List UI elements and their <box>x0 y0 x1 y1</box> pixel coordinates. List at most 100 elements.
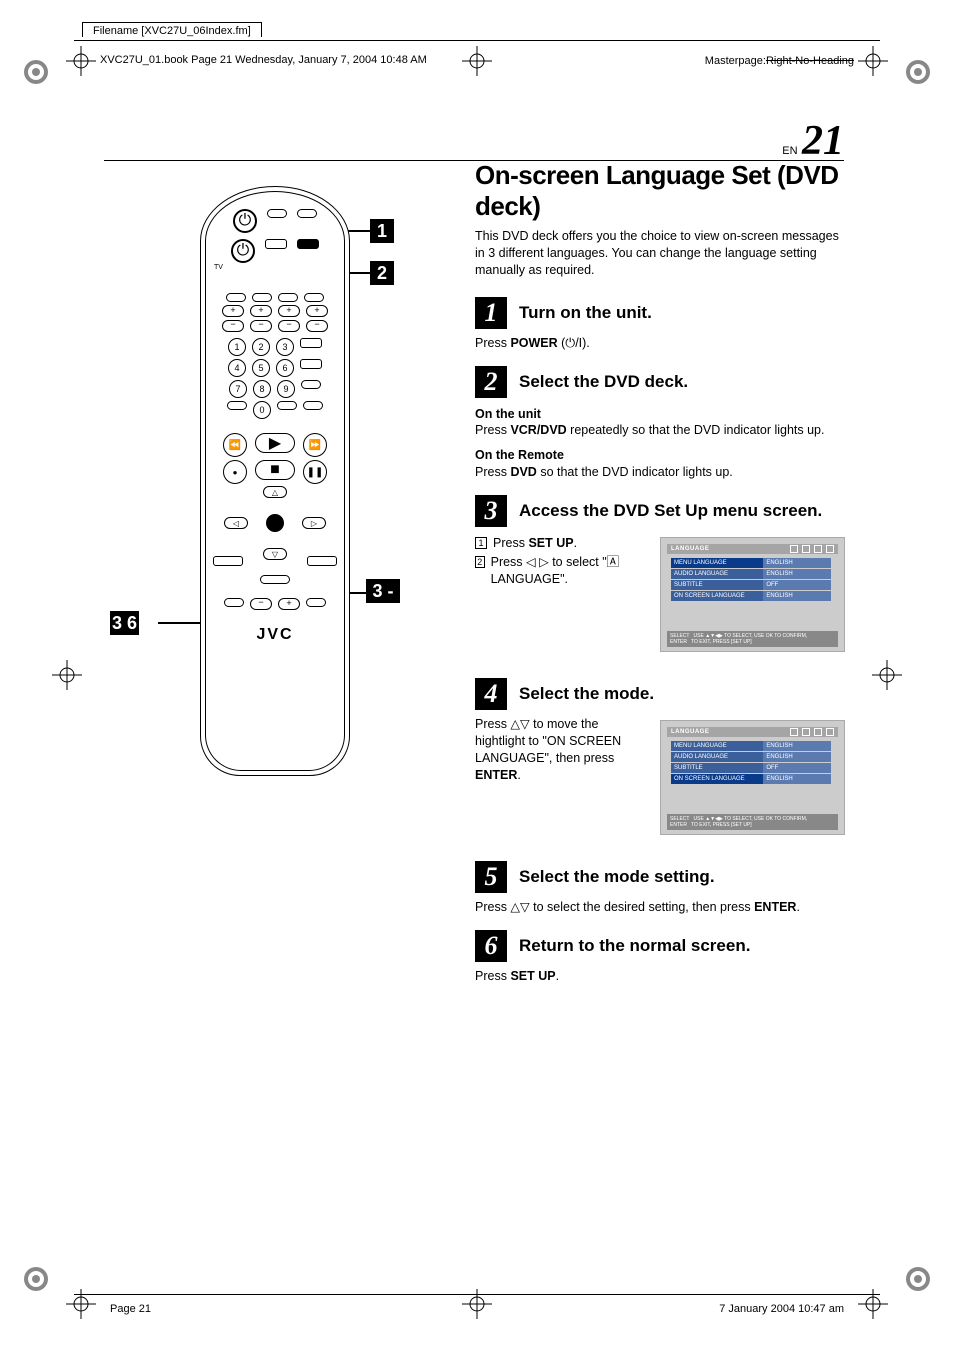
osd-cell: ENGLISH <box>763 774 831 784</box>
step-1-header: 1 Turn on the unit. <box>475 297 845 329</box>
crop-cross <box>52 660 82 690</box>
osd-icon <box>790 728 798 736</box>
step-number: 2 <box>475 366 507 398</box>
digit-4: 4 <box>228 359 246 377</box>
button <box>304 293 324 302</box>
up-arrow-icon: △ <box>263 486 287 498</box>
tv-label: TV <box>214 264 223 271</box>
text: Press <box>475 465 510 479</box>
jvc-logo: JVC <box>206 626 344 644</box>
footer-timestamp: 7 January 2004 10:47 am <box>719 1303 844 1315</box>
button <box>227 401 247 410</box>
osd-cell: ENGLISH <box>763 569 831 579</box>
text: (⏻/I). <box>558 336 590 350</box>
pause-icon: ❚❚ <box>303 460 327 484</box>
registration-mark <box>22 1265 50 1293</box>
digit-3: 3 <box>276 338 294 356</box>
prev-track-icon <box>213 556 243 566</box>
rewind-icon: ⏪ <box>223 433 247 457</box>
step-4-body: Press △▽ to move the hightlight to "ON S… <box>475 716 845 847</box>
button <box>265 239 287 249</box>
osd-cell: AUDIO LANGUAGE <box>671 569 763 579</box>
button <box>306 598 326 607</box>
vcrdvd-label: VCR/DVD <box>510 423 566 437</box>
step-4-header: 4 Select the mode. <box>475 678 845 710</box>
text: ". <box>560 572 568 586</box>
digit-7: 7 <box>229 380 247 398</box>
osd-footer: TO EXIT, PRESS [SET UP] <box>691 639 752 645</box>
page-number-block: EN 21 <box>782 120 844 162</box>
step-number: 5 <box>475 861 507 893</box>
language-icon: 🄰 <box>607 555 620 569</box>
text: Press △▽ to select the desired setting, … <box>475 900 754 914</box>
osd-tab: LANGUAGE <box>671 728 709 736</box>
step-3-header: 3 Access the DVD Set Up menu screen. <box>475 495 845 527</box>
callout-6: 6 <box>127 613 137 633</box>
step-number: 4 <box>475 678 507 710</box>
step-heading: Select the mode. <box>519 684 654 704</box>
minus-button <box>250 320 272 332</box>
registration-mark <box>22 58 50 86</box>
intro-paragraph: This DVD deck offers you the choice to v… <box>475 228 845 279</box>
masterpage-prefix: Masterpage: <box>705 55 766 67</box>
osd-cell: ON SCREEN LANGUAGE <box>671 591 763 601</box>
record-icon: ● <box>223 460 247 484</box>
substep-1: 1 <box>475 537 487 549</box>
setup-label: SET UP <box>510 969 555 983</box>
footer-page-number: Page 21 <box>110 1303 151 1315</box>
crop-cross <box>872 660 902 690</box>
text: . <box>517 768 520 782</box>
on-unit-label: On the unit <box>475 406 845 423</box>
crop-cross <box>66 46 96 76</box>
osd-cell: SUBTITLE <box>671 763 763 773</box>
page-title: On-screen Language Set (DVD deck) <box>475 160 845 222</box>
step-5-header: 5 Select the mode setting. <box>475 861 845 893</box>
digit-0: 0 <box>253 401 271 419</box>
text: Press ◁ ▷ to select " <box>491 555 607 569</box>
tv-power-icon: ⏻ <box>231 239 255 263</box>
ff-icon: ⏩ <box>303 433 327 457</box>
button <box>226 293 246 302</box>
button <box>224 598 244 607</box>
step-heading: Return to the normal screen. <box>519 936 750 956</box>
digit-8: 8 <box>253 380 271 398</box>
button <box>278 293 298 302</box>
lang-en-label: EN <box>782 145 797 157</box>
button <box>297 209 317 218</box>
osd-screenshot-1: LANGUAGE MENU LANGUAGEENGLISH AUDIO LANG… <box>660 537 845 652</box>
registration-mark <box>904 58 932 86</box>
osd-icon <box>826 545 834 553</box>
digit-2: 2 <box>252 338 270 356</box>
page-number: 21 <box>802 118 844 164</box>
minus-button <box>278 320 300 332</box>
direction-pad: △ ▽ ◁ ▷ <box>230 488 320 558</box>
text: . <box>796 900 799 914</box>
setup-button <box>260 575 290 584</box>
minus-button <box>222 320 244 332</box>
setup-label: SET UP <box>528 536 573 550</box>
osd-cell: MENU LANGUAGE <box>671 741 763 751</box>
step-heading: Access the DVD Set Up menu screen. <box>519 501 822 521</box>
text: Press <box>475 423 510 437</box>
digit-6: 6 <box>276 359 294 377</box>
osd-icon <box>790 545 798 553</box>
osd-cell: OFF <box>763 580 831 590</box>
step-number: 1 <box>475 297 507 329</box>
step-2-header: 2 Select the DVD deck. <box>475 366 845 398</box>
footer-divider <box>74 1294 880 1295</box>
header-book-info: XVC27U_01.book Page 21 Wednesday, Januar… <box>100 54 427 66</box>
next-track-icon <box>307 556 337 566</box>
osd-footer: TO EXIT, PRESS [SET UP] <box>691 822 752 828</box>
step-5-body: Press △▽ to select the desired setting, … <box>475 899 845 916</box>
enter-label: ENTER <box>754 900 796 914</box>
dvd-button <box>297 239 319 249</box>
plus-button <box>306 305 328 317</box>
callout-3-6: 3 6 <box>110 611 139 635</box>
language-label: LANGUAGE <box>491 572 560 586</box>
step-3-body: 1Press SET UP. 2Press ◁ ▷ to select "🄰 L… <box>475 533 845 664</box>
osd-footer: ENTER <box>670 639 687 645</box>
step-number: 3 <box>475 495 507 527</box>
osd-tab: LANGUAGE <box>671 545 709 553</box>
masterpage-value: Right-No-Heading <box>766 55 854 67</box>
masterpage-label: Masterpage:Right-No-Heading <box>705 55 854 67</box>
